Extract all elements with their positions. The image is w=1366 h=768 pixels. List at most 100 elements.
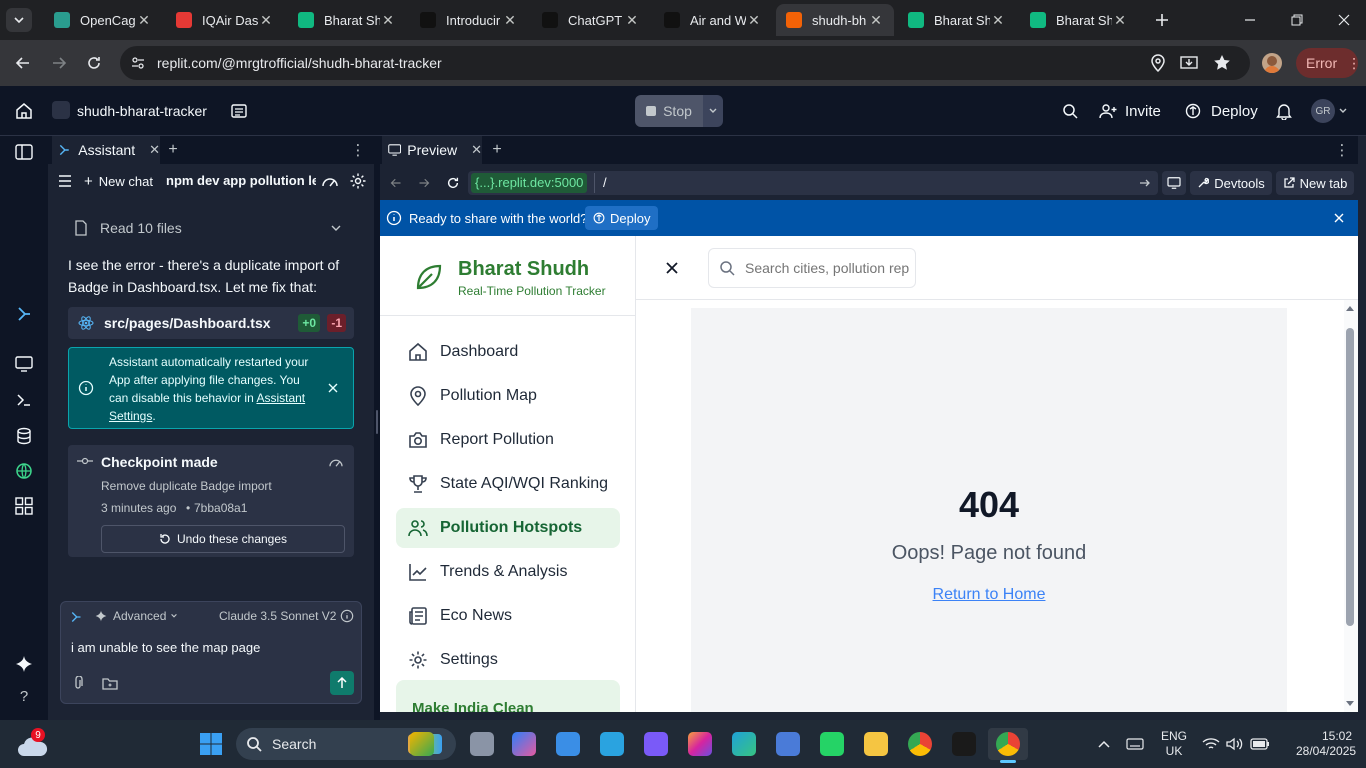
- profile-avatar[interactable]: [1262, 53, 1282, 73]
- folder-add-icon[interactable]: [102, 676, 118, 690]
- browser-tab[interactable]: IQAir Das ✕: [166, 4, 284, 36]
- project-menu-icon[interactable]: [229, 101, 249, 121]
- run-options-button[interactable]: [703, 95, 723, 127]
- assistant-rail-icon[interactable]: [14, 304, 34, 324]
- file-change-card[interactable]: src/pages/Dashboard.tsx +0 -1: [68, 307, 354, 339]
- project-icon[interactable]: [52, 101, 70, 119]
- user-avatar[interactable]: GR: [1311, 99, 1335, 123]
- close-tab-icon[interactable]: ✕: [258, 12, 274, 29]
- telegram-icon[interactable]: [600, 732, 624, 756]
- preview-back-button[interactable]: [388, 174, 404, 192]
- close-tab-icon[interactable]: ✕: [471, 142, 482, 158]
- copilot-app-icon[interactable]: [410, 732, 434, 756]
- file-tree-toggle[interactable]: [12, 140, 36, 164]
- close-tab-icon[interactable]: ✕: [624, 12, 640, 29]
- browser-tab[interactable]: Introducir ✕: [410, 4, 528, 36]
- stop-button[interactable]: Stop: [635, 95, 703, 127]
- new-tab-preview-button[interactable]: New tab: [1276, 171, 1354, 195]
- app-nav-item[interactable]: State AQI/WQI Ranking: [396, 464, 620, 504]
- preview-menu-icon[interactable]: ⋮: [1334, 140, 1350, 160]
- app-nav-item[interactable]: Trends & Analysis: [396, 552, 620, 592]
- close-tab-icon[interactable]: ✕: [746, 12, 762, 29]
- instagram-icon[interactable]: [688, 732, 712, 756]
- return-home-link[interactable]: Return to Home: [933, 586, 1046, 603]
- app-brand[interactable]: Bharat Shudh: [458, 258, 589, 281]
- preview-url-path[interactable]: /: [603, 175, 607, 190]
- advanced-mode-toggle[interactable]: Advanced: [95, 609, 178, 623]
- browser-tab[interactable]: Air and W ✕: [654, 4, 772, 36]
- app-nav-item[interactable]: Dashboard: [396, 332, 620, 372]
- new-chat-button[interactable]: + New chat: [84, 173, 153, 190]
- open-url-icon[interactable]: [1138, 176, 1152, 190]
- edge-icon[interactable]: [732, 732, 756, 756]
- device-toggle-button[interactable]: [1162, 171, 1186, 195]
- speed-icon[interactable]: [328, 456, 344, 468]
- site-info-icon[interactable]: [128, 53, 148, 73]
- preview-url-host[interactable]: {...}.replit.dev:5000: [471, 173, 588, 193]
- assistant-tab[interactable]: Assistant ✕: [52, 136, 160, 164]
- reload-button[interactable]: [81, 50, 107, 76]
- wifi-icon[interactable]: [1202, 736, 1220, 752]
- chat-input[interactable]: i am unable to see the map page: [71, 640, 351, 655]
- chrome-icon[interactable]: [908, 732, 932, 756]
- send-button[interactable]: [330, 671, 354, 695]
- media-app-icon[interactable]: [952, 732, 976, 756]
- browser-tab[interactable]: Bharat Sh ✕: [288, 4, 406, 36]
- location-icon[interactable]: [1148, 53, 1168, 73]
- deploy-button[interactable]: Deploy: [1185, 99, 1258, 123]
- info-icon[interactable]: [340, 609, 354, 623]
- database-rail-icon[interactable]: [14, 426, 34, 446]
- tray-overflow-icon[interactable]: [1096, 736, 1112, 752]
- panel-menu-icon[interactable]: ⋮: [350, 140, 366, 160]
- app-nav-item[interactable]: Report Pollution: [396, 420, 620, 460]
- browser-tab[interactable]: Bharat Sh ✕: [898, 4, 1016, 36]
- scroll-up-icon[interactable]: [1345, 304, 1355, 312]
- url-text[interactable]: replit.com/@mrgtrofficial/shudh-bharat-t…: [157, 55, 442, 71]
- browser-tab[interactable]: Bharat Sh ✕: [1020, 4, 1138, 36]
- whatsapp-icon[interactable]: [820, 732, 844, 756]
- restore-button[interactable]: [1283, 8, 1311, 32]
- app-nav-item[interactable]: Pollution Map: [396, 376, 620, 416]
- bookmark-star-icon[interactable]: [1211, 53, 1233, 73]
- close-tab-icon[interactable]: ✕: [380, 12, 396, 29]
- keyboard-icon[interactable]: [1126, 736, 1144, 752]
- resize-handle[interactable]: [376, 410, 378, 434]
- webview-rail-icon[interactable]: [14, 354, 34, 374]
- browser-tab[interactable]: shudh-bh ✕: [776, 4, 894, 36]
- forward-button[interactable]: [46, 50, 72, 76]
- close-tab-icon[interactable]: ✕: [502, 12, 518, 29]
- banner-deploy-button[interactable]: Deploy: [585, 206, 659, 230]
- devtools-button[interactable]: Devtools: [1190, 171, 1272, 195]
- tab-search-button[interactable]: [6, 8, 32, 32]
- preview-reload-button[interactable]: [444, 174, 462, 192]
- add-tab-button[interactable]: +: [164, 140, 182, 160]
- git-rail-icon[interactable]: [14, 461, 34, 481]
- add-preview-tab-button[interactable]: +: [488, 140, 506, 160]
- store-icon[interactable]: [556, 732, 580, 756]
- volume-icon[interactable]: [1226, 736, 1244, 752]
- weather-widget[interactable]: 9: [14, 728, 48, 760]
- language-indicator[interactable]: ENG UK: [1160, 729, 1188, 759]
- scrollbar-thumb[interactable]: [1346, 328, 1354, 626]
- app-search-input[interactable]: [745, 258, 911, 278]
- install-app-icon[interactable]: [1178, 53, 1200, 73]
- invite-button[interactable]: Invite: [1099, 99, 1161, 123]
- checkpoint-hash[interactable]: 7bba08a1: [194, 501, 247, 515]
- browser-tab[interactable]: OpenCag ✕: [44, 4, 162, 36]
- preview-tab[interactable]: Preview ✕: [382, 136, 482, 164]
- error-menu-button[interactable]: Error ⋮: [1296, 48, 1361, 78]
- close-window-button[interactable]: [1330, 8, 1358, 32]
- close-tab-icon[interactable]: ✕: [1112, 12, 1128, 29]
- project-name[interactable]: shudh-bharat-tracker: [77, 103, 207, 119]
- copilot-icon[interactable]: [512, 732, 536, 756]
- battery-icon[interactable]: [1250, 736, 1270, 752]
- new-tab-button[interactable]: [1150, 8, 1174, 32]
- speed-icon[interactable]: [320, 171, 340, 191]
- close-tab-icon[interactable]: ✕: [136, 12, 152, 29]
- account-menu-icon[interactable]: [1337, 105, 1349, 117]
- close-tab-icon[interactable]: ✕: [868, 12, 884, 29]
- search-button[interactable]: [1060, 101, 1080, 121]
- app-nav-item[interactable]: Pollution Hotspots: [396, 508, 620, 548]
- chat-history-button[interactable]: [56, 172, 74, 190]
- scroll-down-icon[interactable]: [1345, 700, 1355, 708]
